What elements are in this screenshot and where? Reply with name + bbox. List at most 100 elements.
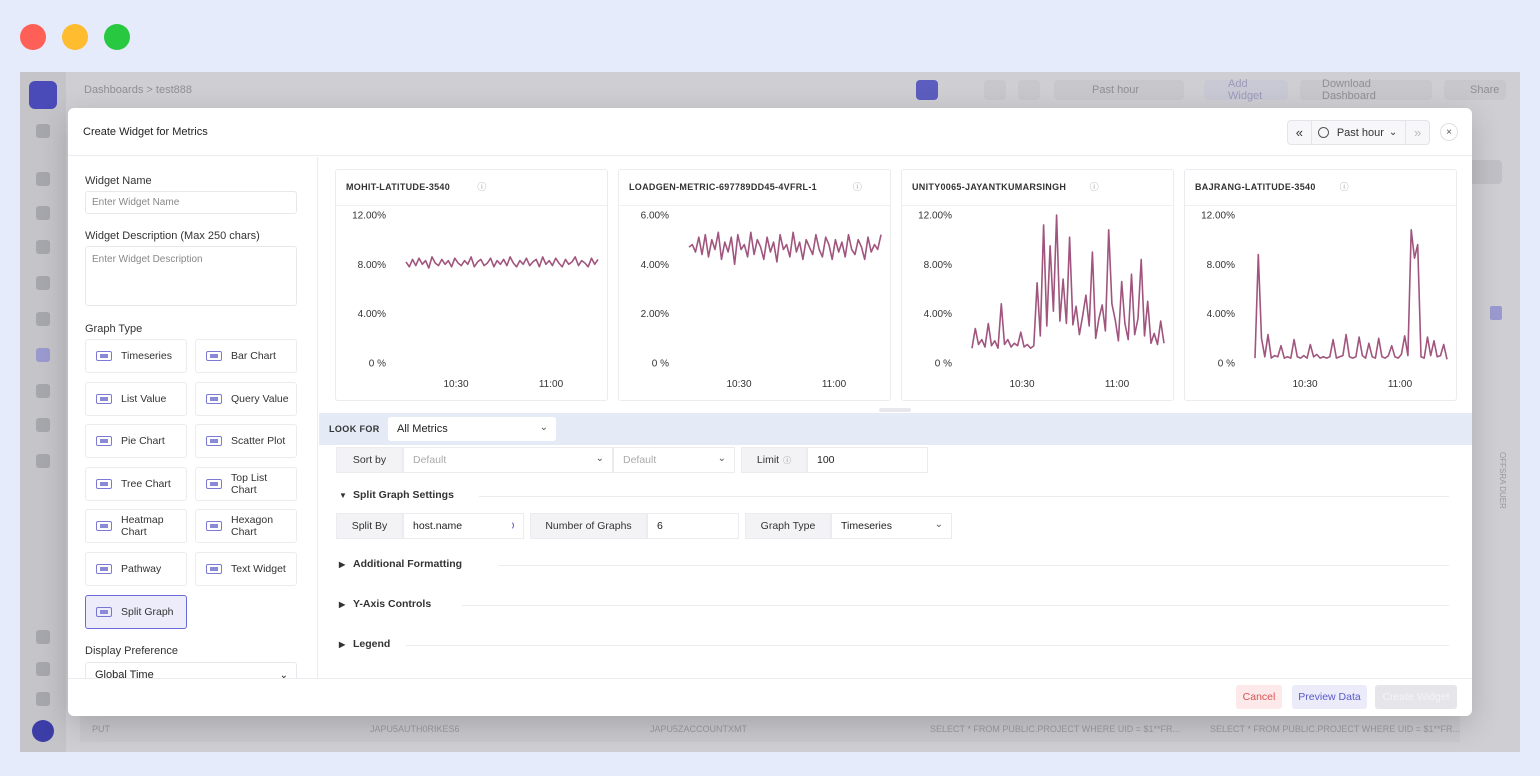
widget-name-input[interactable]: Enter Widget Name [85,191,297,214]
graph-type-text-widget[interactable]: Text Widget [195,552,297,586]
series-line[interactable] [1254,228,1448,360]
bell-icon[interactable] [36,662,50,676]
split-chart-card: MOHIT-LATITUDE-3540 ⓘ 12.00% 8.00% 4.00% 0 % 1… [335,169,608,401]
dashboard-time-picker[interactable]: Past hour [1054,80,1184,100]
graph-type-scatter-plot[interactable]: Scatter Plot [195,424,297,459]
y-tick-label: 8.00% [924,260,952,271]
series-line[interactable] [405,256,599,269]
series-line[interactable] [971,214,1165,349]
split-by-input[interactable]: host.name [403,513,524,539]
y-tick-label: 2.00% [641,309,669,320]
modal-title: Create Widget for Metrics [83,126,208,138]
download-dashboard-button[interactable]: Download Dashboard [1300,78,1432,102]
side-vertical-label: OFFSRA DUER [1498,452,1507,509]
sparkle-button[interactable] [1018,80,1040,100]
sort-by-select[interactable]: Default ⌄ [403,447,613,473]
cancel-button[interactable]: Cancel [1236,685,1282,709]
graph-type-hexagon[interactable]: Hexagon Chart [195,509,297,544]
x-tick-label: 10:30 [1292,379,1317,390]
nav-icon-1[interactable] [36,172,50,186]
nav-icon-7[interactable] [36,418,50,432]
pathway-icon [95,562,113,576]
close-icon[interactable]: × [1440,123,1458,141]
nav-icon-3[interactable] [36,240,50,254]
heatmap-icon [95,519,113,533]
section-legend[interactable]: ▶ Legend [339,638,390,650]
look-for-select[interactable]: All Metrics ⌄ [388,417,556,441]
graph-type-query-value[interactable]: Query Value [195,381,297,416]
info-icon[interactable]: ⓘ [1090,180,1099,193]
resize-handle[interactable] [879,408,911,412]
graph-type-bar-chart[interactable]: Bar Chart [195,339,297,373]
chart-plot: 12.00% 8.00% 4.00% 0 % 10:30 11:00 [1201,211,1448,390]
time-range-select[interactable]: Past hour ⌄ [1312,121,1405,144]
y-tick-label: 4.00% [641,260,669,271]
time-range-label: Past hour [1336,126,1384,139]
graph-type-split-graph[interactable]: Split Graph [85,594,187,629]
graph-type-label: Text Widget [231,563,286,575]
sort-by-label: Sort by [336,447,403,473]
share-button[interactable]: Share [1444,80,1506,100]
widget-description-input[interactable]: Enter Widget Description [85,246,297,306]
limit-input[interactable]: 100 [807,447,928,473]
graph-type-top-list[interactable]: Top List Chart [195,466,297,501]
nav-icon-2[interactable] [36,206,50,220]
widget-config-panel: Widget Name Enter Widget Name Widget Des… [68,157,318,678]
info-icon[interactable]: ⓘ [477,180,486,193]
graph-type-pie-chart[interactable]: Pie Chart [85,424,187,459]
split-graph-settings-header[interactable]: ▼ Split Graph Settings [339,489,454,501]
breadcrumb-root[interactable]: Dashboards [84,84,143,96]
y-tick-label: 0 % [652,359,669,370]
display-preference-select[interactable]: Global Time ⌄ [85,662,297,678]
list-value-icon [95,392,113,406]
settings-icon[interactable] [36,692,50,706]
chevron-down-icon: ⌄ [539,422,548,433]
maximize-window-dot[interactable] [104,24,130,50]
sort-by-row: Sort by Default ⌄ Default ⌄ Limit ⓘ 100 [336,447,928,473]
copy-button[interactable] [984,80,1006,100]
graph-type-heatmap[interactable]: Heatmap Chart [85,509,187,544]
time-range-control: « Past hour ⌄ » [1287,120,1430,145]
app-logo[interactable] [29,81,57,109]
add-widget-button[interactable]: Add Widget [1204,78,1288,102]
nav-icon-4[interactable] [36,276,50,290]
search-icon[interactable] [36,124,50,138]
graph-type-select[interactable]: Timeseries ⌄ [831,513,952,539]
sort-order-select[interactable]: Default ⌄ [613,447,735,473]
number-of-graphs-input[interactable]: 6 [647,513,739,539]
nav-icon-5[interactable] [36,312,50,326]
graph-type-tree-chart[interactable]: Tree Chart [85,466,187,501]
y-tick-label: 8.00% [358,260,386,271]
graph-type-label: Heatmap Chart [121,514,164,539]
grid-button[interactable] [916,80,938,100]
right-tab-icon[interactable] [1490,306,1502,320]
avatar[interactable] [32,720,54,742]
nav-icon-6[interactable] [36,384,50,398]
x-tick-label: 11:00 [1388,379,1413,390]
divider [619,205,890,206]
info-icon[interactable]: ⓘ [853,180,862,193]
graph-type-timeseries[interactable]: Timeseries [85,339,187,373]
create-widget-button[interactable]: Create Widget [1375,685,1457,709]
series-line[interactable] [688,231,882,266]
next-range-button[interactable]: » [1405,121,1429,144]
nav-icon-8[interactable] [36,454,50,468]
graph-type-label: Query Value [231,392,289,405]
minimize-window-dot[interactable] [62,24,88,50]
dashboards-icon[interactable] [36,348,50,362]
hexagon-icon [205,519,223,533]
help-icon[interactable] [36,630,50,644]
loading-spinner-icon [505,521,514,530]
graph-type-pathway[interactable]: Pathway [85,552,187,586]
info-icon[interactable]: ⓘ [1340,180,1349,193]
y-tick-label: 6.00% [641,211,669,222]
chevron-right-icon: ▶ [339,599,346,609]
split-graph-icon [95,605,113,619]
close-window-dot[interactable] [20,24,46,50]
right-panel-toggle[interactable] [1470,160,1502,184]
graph-type-list-value[interactable]: List Value [85,381,187,416]
section-additional-formatting[interactable]: ▶ Additional Formatting [339,558,462,570]
prev-range-button[interactable]: « [1288,121,1312,144]
preview-data-button[interactable]: Preview Data [1292,685,1367,709]
section-y-axis-controls[interactable]: ▶ Y-Axis Controls [339,598,431,610]
